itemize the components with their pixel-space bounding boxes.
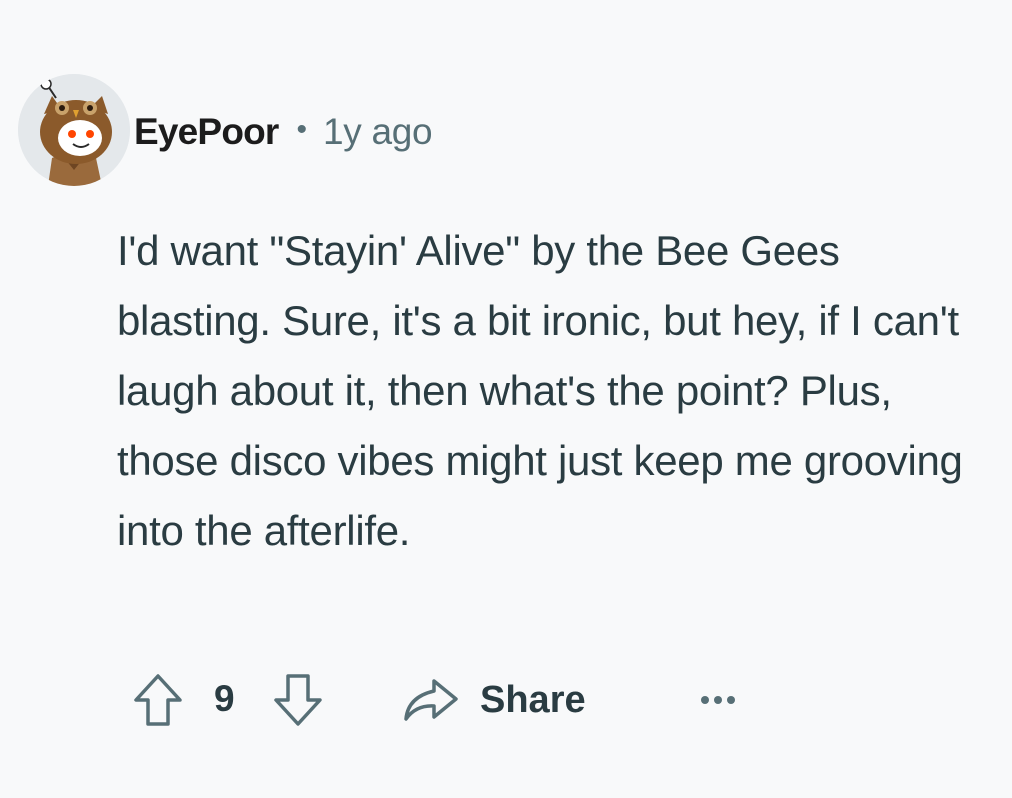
comment-meta: EyePoor • 1y ago	[134, 110, 433, 154]
share-button[interactable]: Share	[400, 668, 586, 732]
share-arrow-icon	[404, 679, 458, 721]
upvote-button[interactable]	[130, 670, 186, 730]
comment: EyePoor • 1y ago I'd want "Stayin' Alive…	[0, 0, 1012, 798]
snoo-owl-avatar-icon	[18, 74, 130, 186]
arrow-up-icon	[134, 674, 182, 726]
comment-action-bar: 9 Share	[130, 668, 770, 732]
username-link[interactable]: EyePoor	[134, 111, 279, 153]
comment-body: I'd want "Stayin' Alive" by the Bee Gees…	[117, 227, 963, 554]
ellipsis-icon	[701, 696, 735, 704]
user-avatar[interactable]	[18, 74, 130, 186]
share-label: Share	[480, 678, 586, 721]
downvote-button[interactable]	[270, 670, 326, 730]
meta-separator: •	[296, 113, 308, 146]
comment-timestamp[interactable]: 1y ago	[323, 111, 433, 153]
vote-score: 9	[214, 678, 235, 719]
arrow-down-icon	[274, 674, 322, 726]
more-options-button[interactable]	[694, 684, 742, 716]
